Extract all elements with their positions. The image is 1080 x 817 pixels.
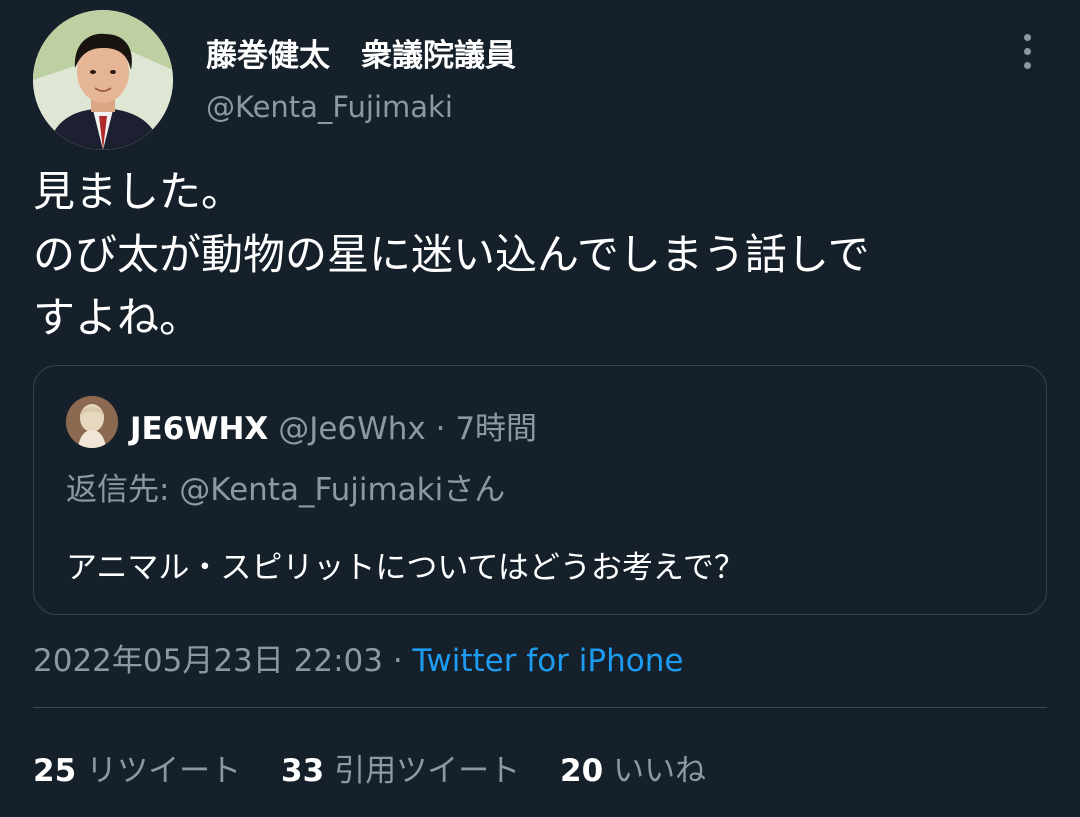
quoted-tweet-card[interactable]: JE6WHX @Je6Whx · 7時間 返信先: @Kenta_Fujimak… <box>33 365 1047 615</box>
retweets-count: 25 <box>33 753 77 789</box>
likes-count: 20 <box>560 753 604 789</box>
tweet-line: のび太が動物の星に迷い込んでしまう話しで <box>33 230 870 279</box>
quotes-stat[interactable]: 33 引用ツイート <box>281 745 520 790</box>
retweets-label: リツイート <box>86 753 242 789</box>
quotes-label: 引用ツイート <box>334 753 521 789</box>
divider <box>33 707 1047 708</box>
quoted-avatar-image <box>66 396 118 448</box>
tweet-line: すよね。 <box>33 293 202 342</box>
quoted-author-handle-time: @Je6Whx · 7時間 <box>278 411 538 447</box>
author-avatar[interactable] <box>33 10 173 150</box>
tweet-metadata: 2022年05月23日 22:03 · Twitter for iPhone <box>33 635 683 680</box>
more-vertical-icon-dot <box>1024 48 1031 55</box>
retweets-stat[interactable]: 25 リツイート <box>33 745 241 790</box>
author-avatar-image <box>33 10 173 150</box>
tweet-timestamp[interactable]: 2022年05月23日 22:03 · <box>33 643 413 679</box>
likes-label: いいね <box>613 753 707 789</box>
likes-stat[interactable]: 20 いいね <box>560 745 706 790</box>
more-vertical-icon <box>1024 34 1031 41</box>
quoted-author-avatar[interactable] <box>66 396 118 448</box>
tweet-source-link[interactable]: Twitter for iPhone <box>413 643 684 679</box>
more-options-button[interactable] <box>1010 30 1046 74</box>
quoted-tweet-text: アニマル・スピリットについてはどうお考えで？ <box>66 550 745 586</box>
tweet-line: 見ました。 <box>33 167 244 216</box>
author-handle[interactable]: @Kenta_Fujimaki <box>206 90 453 124</box>
tweet-stats: 25 リツイート 33 引用ツイート 20 いいね <box>33 745 736 790</box>
tweet-text: 見ました。 のび太が動物の星に迷い込んでしまう話しで すよね。 <box>33 160 1053 349</box>
quoted-author-name[interactable]: JE6WHX <box>130 411 268 447</box>
quoted-tweet-header: JE6WHX @Je6Whx · 7時間 <box>130 403 537 448</box>
more-vertical-icon-dot <box>1024 62 1031 69</box>
quoted-reply-to: 返信先: @Kenta_Fujimakiさん <box>66 472 506 508</box>
quotes-count: 33 <box>281 753 325 789</box>
author-display-name[interactable]: 藤巻健太 衆議院議員 <box>206 30 516 75</box>
